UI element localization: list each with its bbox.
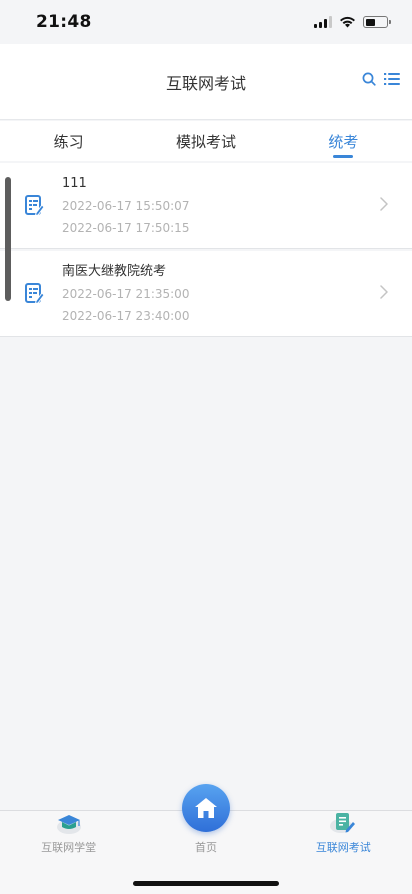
exam-paper-icon [25, 195, 45, 217]
chevron-right-icon [380, 197, 388, 211]
header-actions [362, 72, 400, 86]
scrollbar[interactable] [5, 177, 11, 301]
list-item[interactable]: 南医大继教院统考 2022-06-17 21:35:00 2022-06-17 … [0, 251, 412, 337]
exam-start-time: 2022-06-17 15:50:07 [62, 199, 190, 213]
nav-label: 互联网学堂 [41, 841, 97, 854]
list-menu-icon[interactable] [384, 72, 400, 86]
exam-clipboard-icon [328, 810, 358, 836]
status-time: 21:48 [36, 12, 92, 32]
home-button[interactable] [182, 784, 230, 832]
list-item[interactable]: 111 2022-06-17 15:50:07 2022-06-17 17:50… [0, 163, 412, 249]
home-indicator-area [0, 858, 412, 894]
exam-name: 南医大继教院统考 [62, 264, 167, 279]
exam-paper-icon [25, 283, 45, 305]
cellular-signal-icon [314, 16, 332, 28]
exam-type-tabs: 练习 模拟考试 统考 [0, 121, 412, 161]
home-indicator[interactable] [133, 881, 279, 886]
page-title: 互联网考试 [165, 73, 246, 93]
wifi-icon [340, 16, 355, 28]
status-icons [314, 16, 391, 28]
app-header: 互联网考试 [0, 44, 412, 120]
home-icon [195, 798, 217, 818]
exam-end-time: 2022-06-17 23:40:00 [62, 309, 190, 323]
nav-label: 首页 [194, 841, 217, 854]
nav-internet-school[interactable]: 互联网学堂 [0, 811, 137, 858]
tab-unified-exam[interactable]: 统考 [275, 121, 412, 161]
search-icon[interactable] [362, 72, 376, 86]
battery-icon [363, 16, 391, 28]
nav-internet-exam[interactable]: 互联网考试 [275, 811, 412, 858]
exam-name: 111 [62, 176, 87, 191]
nav-label: 互联网考试 [315, 841, 371, 854]
status-bar: 21:48 [0, 0, 412, 44]
tab-mock-exam[interactable]: 模拟考试 [137, 121, 274, 161]
exam-end-time: 2022-06-17 17:50:15 [62, 221, 190, 235]
exam-list: 111 2022-06-17 15:50:07 2022-06-17 17:50… [0, 163, 412, 337]
graduation-cap-icon [54, 811, 84, 836]
exam-start-time: 2022-06-17 21:35:00 [62, 287, 190, 301]
tab-practice[interactable]: 练习 [0, 121, 137, 161]
chevron-right-icon [380, 285, 388, 299]
